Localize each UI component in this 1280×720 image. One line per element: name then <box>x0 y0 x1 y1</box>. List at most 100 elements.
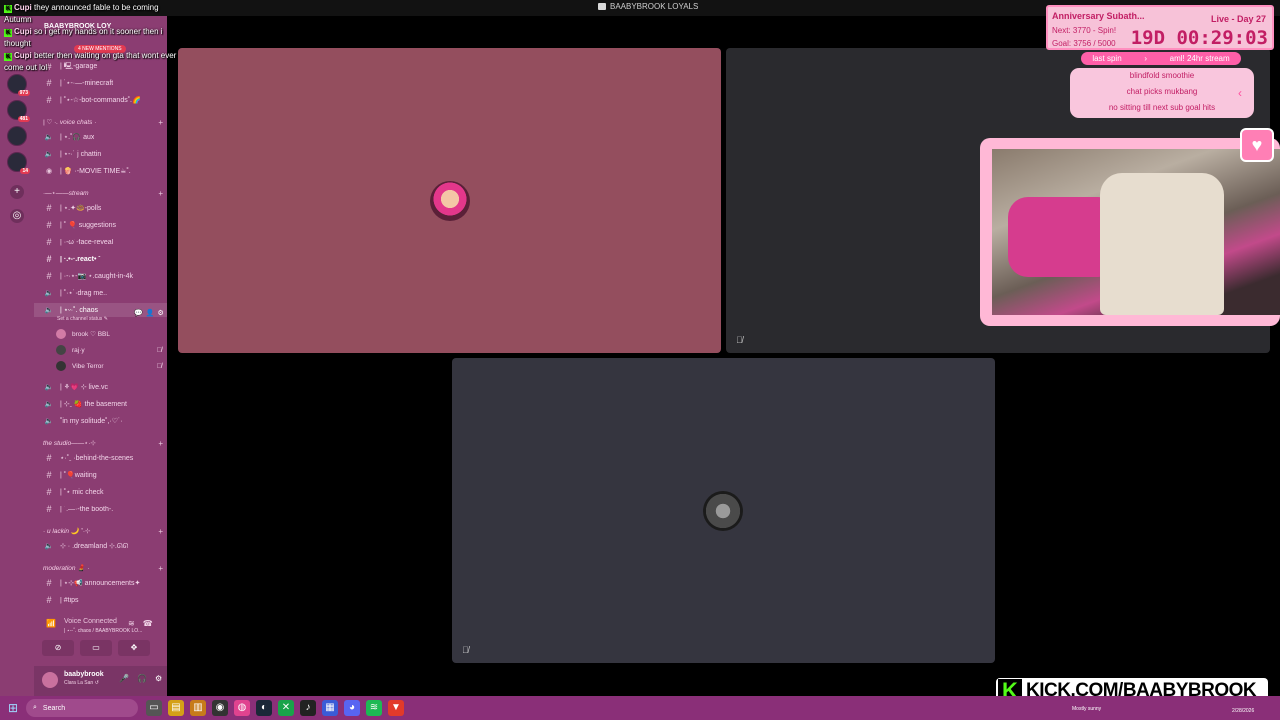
channel-the-booth[interactable]: # | ˙.—·-the booth-. <box>34 502 167 516</box>
hash-icon: # <box>46 578 52 588</box>
file-explorer-icon[interactable]: ▤ <box>168 700 184 716</box>
channel-dreamland[interactable]: 🔈 ⊹ · .dreamland ⊹.ᘏᘏ <box>34 539 167 553</box>
webcam-frame: ♥ <box>980 128 1280 326</box>
channel-status[interactable]: Set a channel status ✎ <box>57 316 108 322</box>
user-panel: baabybrook Clara La San ↺ 🎤 🎧 ⚙ <box>34 666 167 696</box>
username[interactable]: baabybrook <box>64 671 104 678</box>
folder-icon[interactable]: ▥ <box>190 700 206 716</box>
voice-member[interactable]: Vibe Terror 🎙̸ <box>56 359 162 373</box>
channel-garage[interactable]: # | 🖳-garage <box>34 60 167 74</box>
taskbar: ⊞ ⌕ Search ▭ ▤ ▥ ◉ ◍ ◐ ✕ ♪ ▦ ◕ ≋ ▼ Mostl… <box>0 696 1280 720</box>
plus-icon[interactable]: + <box>158 189 163 198</box>
channel-chattin[interactable]: 🔈 | ⋆-·˙ j chattin <box>34 147 167 161</box>
subathon-title: Anniversary Subath... <box>1052 11 1145 21</box>
mic-muted-icon: 🎙̸ <box>736 335 743 345</box>
headphones-icon[interactable]: 🎧 <box>137 674 147 683</box>
avatar <box>56 345 66 355</box>
video-tile[interactable] <box>178 48 721 353</box>
disconnect-icon[interactable]: ☎ <box>143 619 153 628</box>
hash-icon: # <box>46 453 52 463</box>
user-controls: 🎤 🎧 ⚙ <box>119 674 162 683</box>
channel-caught-in-4k[interactable]: # | ·-·⋆-📷 ⋆.caught-in-4k <box>34 269 167 283</box>
goal-item: no sitting till next sub goal hits <box>1108 103 1216 112</box>
mic-icon[interactable]: 🎤 <box>119 674 129 683</box>
category-lackin[interactable]: · u lackin 🌙 ˚·⊹ + <box>43 525 163 537</box>
chat-message: K Cupi they announced fable to be coming <box>4 3 159 13</box>
category-voice-chats[interactable]: | ♡ ·. voice chats · + <box>43 116 163 128</box>
channel-minecraft[interactable]: # | ˙⋆-·—-minecraft <box>34 76 167 90</box>
heart-icon: ♥ <box>1240 128 1274 162</box>
gear-icon[interactable]: ⚙ <box>157 309 163 317</box>
server-icon[interactable]: 14 <box>7 152 30 174</box>
xbox-icon[interactable]: ✕ <box>278 700 294 716</box>
voice-channel[interactable]: | ⋆ᵕ·˚. chaos / BAABYBROOK LO... <box>64 628 142 634</box>
speaker-icon: 🔈 <box>44 418 54 425</box>
voice-status: Voice Connected <box>64 618 117 625</box>
channel-drag-me[interactable]: 🔈 | ˚·⋆˙·drag me.. <box>34 286 167 300</box>
channel-live-vc[interactable]: 🔈 | ⚘💗 ⊹ live.vc <box>34 380 167 394</box>
brave-icon[interactable]: ▼ <box>388 700 404 716</box>
speaker-icon: 🔈 <box>44 384 54 391</box>
channel-bot-commands[interactable]: # | ˚⋆-☆-bot-commands˚.🌈 <box>34 93 167 107</box>
plus-icon[interactable]: + <box>158 439 163 448</box>
chevron-left-icon: ‹ <box>1238 86 1242 100</box>
obs-icon[interactable]: ◉ <box>212 700 228 716</box>
channel-movie-time[interactable]: ◉ | 🍿 ·-MOVIE TIME☕˚. <box>34 164 167 178</box>
task-view-icon[interactable]: ▭ <box>146 700 162 716</box>
voice-member[interactable]: brook ♡ BBL <box>56 327 162 341</box>
chevron-right-icon: › <box>1144 54 1147 63</box>
activities-button[interactable]: ✥ <box>118 640 150 656</box>
kick-badge-icon: K <box>4 53 12 61</box>
weather-status[interactable]: Mostly sunny <box>1072 706 1101 712</box>
channel-suggestions[interactable]: # | ˚ 🎈 suggestions <box>34 218 167 232</box>
channel-the-basement[interactable]: 🔈 | ⊹ˍ 🍓 the basement <box>34 397 167 411</box>
hash-icon: # <box>46 254 52 264</box>
video-tile[interactable]: 🎙̸ <box>452 358 995 663</box>
channel-in-my-solitude[interactable]: 🔈 ˚in my solitude˚,·♡˙· <box>34 414 167 428</box>
channel-face-reveal[interactable]: # | ·-ω˙-face-reveal <box>34 235 167 249</box>
tiktok-icon[interactable]: ♪ <box>300 700 316 716</box>
screen-share-button[interactable]: ▭ <box>80 640 112 656</box>
discord-icon[interactable]: ◕ <box>344 700 360 716</box>
channel-react[interactable]: # | ·.•-·.react• ˚ <box>34 252 167 266</box>
signal-icon[interactable]: 📶 <box>46 619 56 628</box>
server-icon[interactable] <box>7 126 27 146</box>
gear-icon[interactable]: ⚙ <box>155 674 162 683</box>
plus-icon[interactable]: + <box>158 564 163 573</box>
app-icon[interactable]: ◍ <box>234 700 250 716</box>
goal-item: chat picks mukbang <box>1126 87 1198 96</box>
app-icon[interactable]: ▦ <box>322 700 338 716</box>
chat-icon[interactable]: 💬 <box>134 309 143 317</box>
server-icon[interactable]: 973 <box>7 74 30 96</box>
noise-suppression-icon[interactable]: ≋ <box>128 619 135 628</box>
taskbar-search[interactable]: ⌕ Search <box>26 699 138 717</box>
voice-member[interactable]: raj·y 🎙̸ <box>56 343 162 357</box>
channel-announcements[interactable]: # | ⋆⊹📢 announcements✦ <box>34 576 167 590</box>
clock-date[interactable]: 2/28/2026 <box>1232 708 1254 714</box>
plus-icon[interactable]: + <box>158 118 163 127</box>
plus-icon[interactable]: + <box>10 185 24 199</box>
category-stream[interactable]: ·—⋆——stream + <box>43 187 163 199</box>
channel-behind-the-scenes[interactable]: # ⋆·˚ˍ ·behind-the-scenes <box>34 451 167 465</box>
channel-polls[interactable]: # | ⋆.✦🍩-polls <box>34 201 167 215</box>
channel-waiting[interactable]: # | ˚🎈waiting <box>34 468 167 482</box>
category-moderation[interactable]: moderation 💄 · + <box>43 562 163 574</box>
windows-start-icon[interactable]: ⊞ <box>8 701 18 715</box>
server-icon[interactable]: 481 <box>7 100 30 122</box>
speaker-icon: 🔈 <box>44 543 54 550</box>
goal-list: blindfold smoothie chat picks mukbang no… <box>1070 68 1254 118</box>
app-icon <box>598 3 606 10</box>
invite-icon[interactable]: 👤 <box>146 309 155 317</box>
compass-icon[interactable]: ◎ <box>10 209 24 223</box>
steam-icon[interactable]: ◐ <box>256 700 272 716</box>
spotify-icon[interactable]: ≋ <box>366 700 382 716</box>
avatar[interactable] <box>42 672 58 688</box>
camera-off-button[interactable]: ⊘ <box>42 640 74 656</box>
hash-icon: # <box>46 237 52 247</box>
channel-aux[interactable]: 🔈 | ⋆.˚🎧 aux <box>34 130 167 144</box>
speaker-icon: 🔈 <box>44 290 54 297</box>
channel-mic-check[interactable]: # | ˚⋆ mic check <box>34 485 167 499</box>
plus-icon[interactable]: + <box>158 527 163 536</box>
category-studio[interactable]: the studio——⋆·⊹ + <box>43 437 163 449</box>
channel-tips[interactable]: # | #tips <box>34 593 167 607</box>
